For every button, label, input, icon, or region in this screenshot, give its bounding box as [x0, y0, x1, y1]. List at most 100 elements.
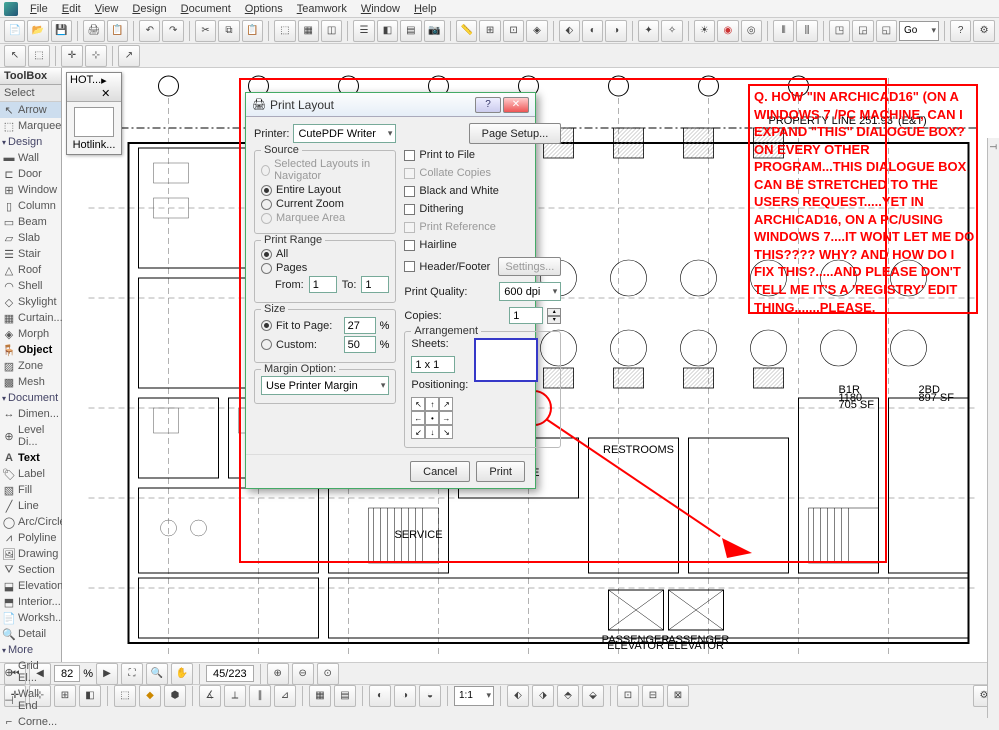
opt-f-icon[interactable]: ◆	[139, 685, 161, 707]
opt-i-icon[interactable]: ⟂	[224, 685, 246, 707]
toolbox-doc-hdr[interactable]: Document	[0, 390, 61, 406]
tool-dimension[interactable]: ↔Dimen...	[0, 406, 61, 422]
tool-e-icon[interactable]: ▤	[400, 20, 421, 42]
pan-icon[interactable]: ✋	[171, 663, 193, 685]
opt-o-icon[interactable]: ◑	[394, 685, 416, 707]
opt-q-icon[interactable]: ⬖	[507, 685, 529, 707]
chk-header-footer[interactable]	[404, 261, 415, 272]
dialog-titlebar[interactable]: 🖨 Print Layout ? ✕	[246, 93, 535, 117]
tool-beam[interactable]: ▭Beam	[0, 214, 61, 230]
zoom-fit-icon[interactable]: ⛶	[121, 663, 143, 685]
opt-g-icon[interactable]: ⬢	[164, 685, 186, 707]
tool-text[interactable]: AText	[0, 450, 61, 466]
scale-combo[interactable]: 1:1	[454, 686, 494, 706]
tool-m-icon[interactable]: ✧	[661, 20, 682, 42]
opt-r-icon[interactable]: ⬗	[532, 685, 554, 707]
sun-icon[interactable]: ☀	[694, 20, 715, 42]
opt-l-icon[interactable]: ▦	[309, 685, 331, 707]
tool-fill[interactable]: ▧Fill	[0, 482, 61, 498]
opt-e-icon[interactable]: ⬚	[114, 685, 136, 707]
tool-k-icon[interactable]: ◑	[605, 20, 626, 42]
opt-u-icon[interactable]: ⊡	[617, 685, 639, 707]
positioning-grid[interactable]: ↖↑↗←•→↙↓↘	[411, 397, 468, 439]
hotlink-palette[interactable]: HOT...▸ ✕ Hotlink...	[66, 72, 122, 155]
menu-file[interactable]: File	[24, 2, 54, 16]
tool-object[interactable]: 🪑Object	[0, 342, 61, 358]
menu-design[interactable]: Design	[126, 2, 172, 16]
go-combo[interactable]: Go	[899, 21, 939, 41]
dialog-close-icon[interactable]: ✕	[503, 97, 529, 113]
tool-arc[interactable]: ◯Arc/Circle	[0, 514, 61, 530]
opt-k-icon[interactable]: ⊿	[274, 685, 296, 707]
tool-j-icon[interactable]: ◐	[582, 20, 603, 42]
tool-morph[interactable]: ◈Morph	[0, 326, 61, 342]
dialog-help-icon[interactable]: ?	[475, 97, 501, 113]
radio-fit[interactable]	[261, 320, 272, 331]
tool-s-icon[interactable]: ⚙	[973, 20, 994, 42]
zoom-in-icon[interactable]: 🔍	[146, 663, 168, 685]
copies-input[interactable]	[509, 307, 543, 324]
radio-entire-layout[interactable]	[261, 185, 272, 196]
menu-edit[interactable]: Edit	[56, 2, 87, 16]
hotlink-icon[interactable]	[74, 107, 114, 137]
tool-d-icon[interactable]: ◧	[377, 20, 398, 42]
toolbox-design-hdr[interactable]: Design	[0, 134, 61, 150]
from-input[interactable]	[309, 276, 337, 293]
save-icon[interactable]: 💾	[51, 20, 72, 42]
zoom-a-icon[interactable]: ⊕	[267, 663, 289, 685]
right-tab-strip[interactable]: T	[987, 138, 999, 718]
to-input[interactable]	[361, 276, 389, 293]
opt-h-icon[interactable]: ∡	[199, 685, 221, 707]
select-mode-icon[interactable]: ⬚	[28, 45, 50, 67]
opt-d-icon[interactable]: ◧	[79, 685, 101, 707]
open-icon[interactable]: 📂	[27, 20, 48, 42]
tool-b-icon[interactable]: ▦	[298, 20, 319, 42]
tool-a-icon[interactable]: ⬚	[274, 20, 295, 42]
tool-f-icon[interactable]: ⊞	[479, 20, 500, 42]
print-icon[interactable]: 🖨	[83, 20, 104, 42]
tool-corner[interactable]: ⌐Corne...	[0, 714, 61, 730]
tool-zone[interactable]: ▨Zone	[0, 358, 61, 374]
radio-custom[interactable]	[261, 339, 272, 350]
tool-elevation[interactable]: ⬓Elevation	[0, 578, 61, 594]
tool-drawing[interactable]: 🖼Drawing	[0, 546, 61, 562]
pointer-icon[interactable]: ↖	[4, 45, 26, 67]
menu-help[interactable]: Help	[408, 2, 443, 16]
opt-n-icon[interactable]: ◐	[369, 685, 391, 707]
tool-skylight[interactable]: ◇Skylight	[0, 294, 61, 310]
nav-next-icon[interactable]: ▶	[96, 663, 118, 685]
opt-v-icon[interactable]: ⊟	[642, 685, 664, 707]
radio-pages[interactable]	[261, 263, 272, 274]
menu-options[interactable]: Options	[239, 2, 289, 16]
opt-p-icon[interactable]: ◒	[419, 685, 441, 707]
tool-worksheet[interactable]: 📄Worksh...	[0, 610, 61, 626]
redo-icon[interactable]: ↷	[162, 20, 183, 42]
tool-n-icon[interactable]: ◉	[717, 20, 738, 42]
tool-wall[interactable]: ▬Wall	[0, 150, 61, 166]
tool-section[interactable]: ⛛Section	[0, 562, 61, 578]
printer-combo[interactable]: CutePDF Writer	[293, 124, 396, 143]
tool-l-icon[interactable]: ✦	[638, 20, 659, 42]
new-icon[interactable]: 📄	[4, 20, 25, 42]
tool-g-icon[interactable]: ⊡	[503, 20, 524, 42]
toolbox-more-hdr[interactable]: More	[0, 642, 61, 658]
tool-marquee[interactable]: ⬚Marquee	[0, 118, 61, 134]
opt-t-icon[interactable]: ⬙	[582, 685, 604, 707]
measure-icon[interactable]: 📏	[456, 20, 477, 42]
menu-view[interactable]: View	[89, 2, 125, 16]
page-setup-button[interactable]: Page Setup...	[469, 123, 562, 144]
menu-document[interactable]: Document	[175, 2, 237, 16]
undo-icon[interactable]: ↶	[139, 20, 160, 42]
print-button[interactable]: Print	[476, 461, 525, 482]
opt-j-icon[interactable]: ∥	[249, 685, 271, 707]
help-icon[interactable]: ?	[950, 20, 971, 42]
camera-icon[interactable]: 📷	[424, 20, 445, 42]
plot-icon[interactable]: 📋	[107, 20, 128, 42]
tool-wallend[interactable]: ⊣Wall End	[0, 686, 61, 714]
tool-interior[interactable]: ⬒Interior...	[0, 594, 61, 610]
custom-input[interactable]	[344, 336, 376, 353]
palette-close-icon[interactable]: ▸ ✕	[101, 74, 118, 100]
paste-icon[interactable]: 📋	[242, 20, 263, 42]
snap-b-icon[interactable]: ⊹	[85, 45, 107, 67]
tool-c-icon[interactable]: ◫	[321, 20, 342, 42]
